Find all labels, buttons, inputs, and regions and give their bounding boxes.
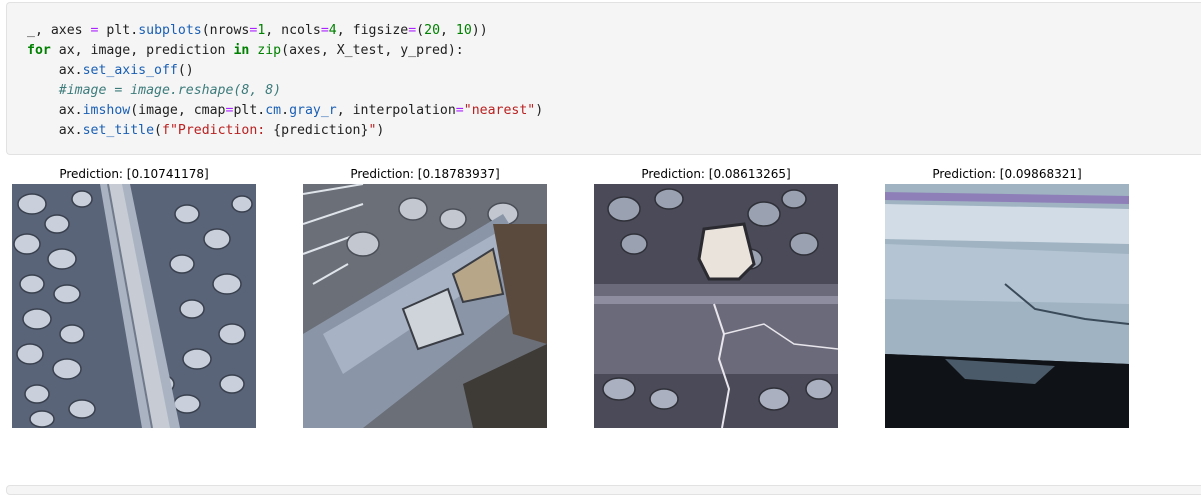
- code-line: ax.set_axis_off(): [27, 63, 194, 78]
- code-token: #image = image.reshape(8, 8): [58, 83, 282, 98]
- code-token: (image, cmap: [130, 103, 226, 118]
- code-token: ): [535, 103, 544, 118]
- code-token: subplots: [138, 23, 202, 38]
- subplot-4: Prediction: [0.09868321]: [885, 165, 1129, 428]
- code-token: (axes, X_test, y_pred):: [281, 43, 464, 58]
- code-line: ax.set_title(f"Prediction: {prediction}"…: [27, 123, 385, 138]
- code-line: ax.imshow(image, cmap = plt.cm.gray_r, int…: [27, 103, 543, 118]
- code-token: for: [27, 43, 51, 58]
- code-line: for ax, image, prediction in zip(axes, X…: [27, 43, 464, 58]
- code-token: set_title: [82, 123, 155, 138]
- code-token: set_axis_off: [82, 63, 178, 78]
- next-code-cell[interactable]: [6, 485, 1201, 495]
- code-token: gray_r: [289, 103, 337, 118]
- subplot-2: Prediction: [0.18783937]: [303, 165, 547, 428]
- code-token: =: [320, 23, 329, 38]
- code-token: 20: [424, 23, 441, 38]
- code-token: plt.: [233, 103, 266, 118]
- code-token: cm: [265, 103, 282, 118]
- code-token: , figsize: [336, 23, 409, 38]
- code-cell[interactable]: _, axes = plt.subplots(nrows=1, ncols=4,…: [6, 2, 1201, 155]
- code-token: ,: [440, 23, 456, 38]
- code-token: ): [376, 123, 385, 138]
- rail-image-4: [885, 184, 1129, 428]
- code-token: in: [233, 43, 250, 58]
- code-token: f"Prediction:: [162, 123, 274, 138]
- code-token: 4: [328, 23, 337, 38]
- rail-image-3: [594, 184, 838, 428]
- code-token: ax, image, prediction: [50, 43, 234, 58]
- subplot-title: Prediction: [0.09868321]: [932, 167, 1082, 181]
- code-token: 10: [455, 23, 472, 38]
- code-token: ax.: [27, 103, 83, 118]
- code-token: , interpolation: [336, 103, 456, 118]
- code-line: _, axes = plt.subplots(nrows=1, ncols=4,…: [27, 23, 488, 38]
- rail-image-2: [303, 184, 547, 428]
- code-token: (: [154, 123, 162, 138]
- code-token: ax.: [27, 123, 83, 138]
- code-token: zip: [257, 43, 282, 58]
- code-token: "nearest": [463, 103, 536, 118]
- code-token: , ncols: [265, 23, 321, 38]
- code-line: #image = image.reshape(8, 8): [27, 83, 281, 98]
- code-token: )): [471, 23, 488, 38]
- subplot-title: Prediction: [0.18783937]: [350, 167, 500, 181]
- subplot-title: Prediction: [0.08613265]: [641, 167, 791, 181]
- code-token: =: [455, 103, 464, 118]
- code-token: ax.: [27, 63, 83, 78]
- code-token: {prediction}: [273, 123, 369, 138]
- code-token: =: [408, 23, 417, 38]
- rail-image-1: [12, 184, 256, 428]
- code-token: _, axes: [27, 23, 91, 38]
- code-token: plt.: [98, 23, 139, 38]
- code-token: (): [177, 63, 194, 78]
- code-editor[interactable]: _, axes = plt.subplots(nrows=1, ncols=4,…: [27, 21, 543, 141]
- subplot-title: Prediction: [0.10741178]: [59, 167, 209, 181]
- code-token: (nrows: [201, 23, 250, 38]
- code-token: (: [416, 23, 425, 38]
- subplot-1: Prediction: [0.10741178]: [12, 165, 256, 428]
- code-token: .: [281, 103, 290, 118]
- code-token: imshow: [82, 103, 131, 118]
- subplot-3: Prediction: [0.08613265]: [594, 165, 838, 428]
